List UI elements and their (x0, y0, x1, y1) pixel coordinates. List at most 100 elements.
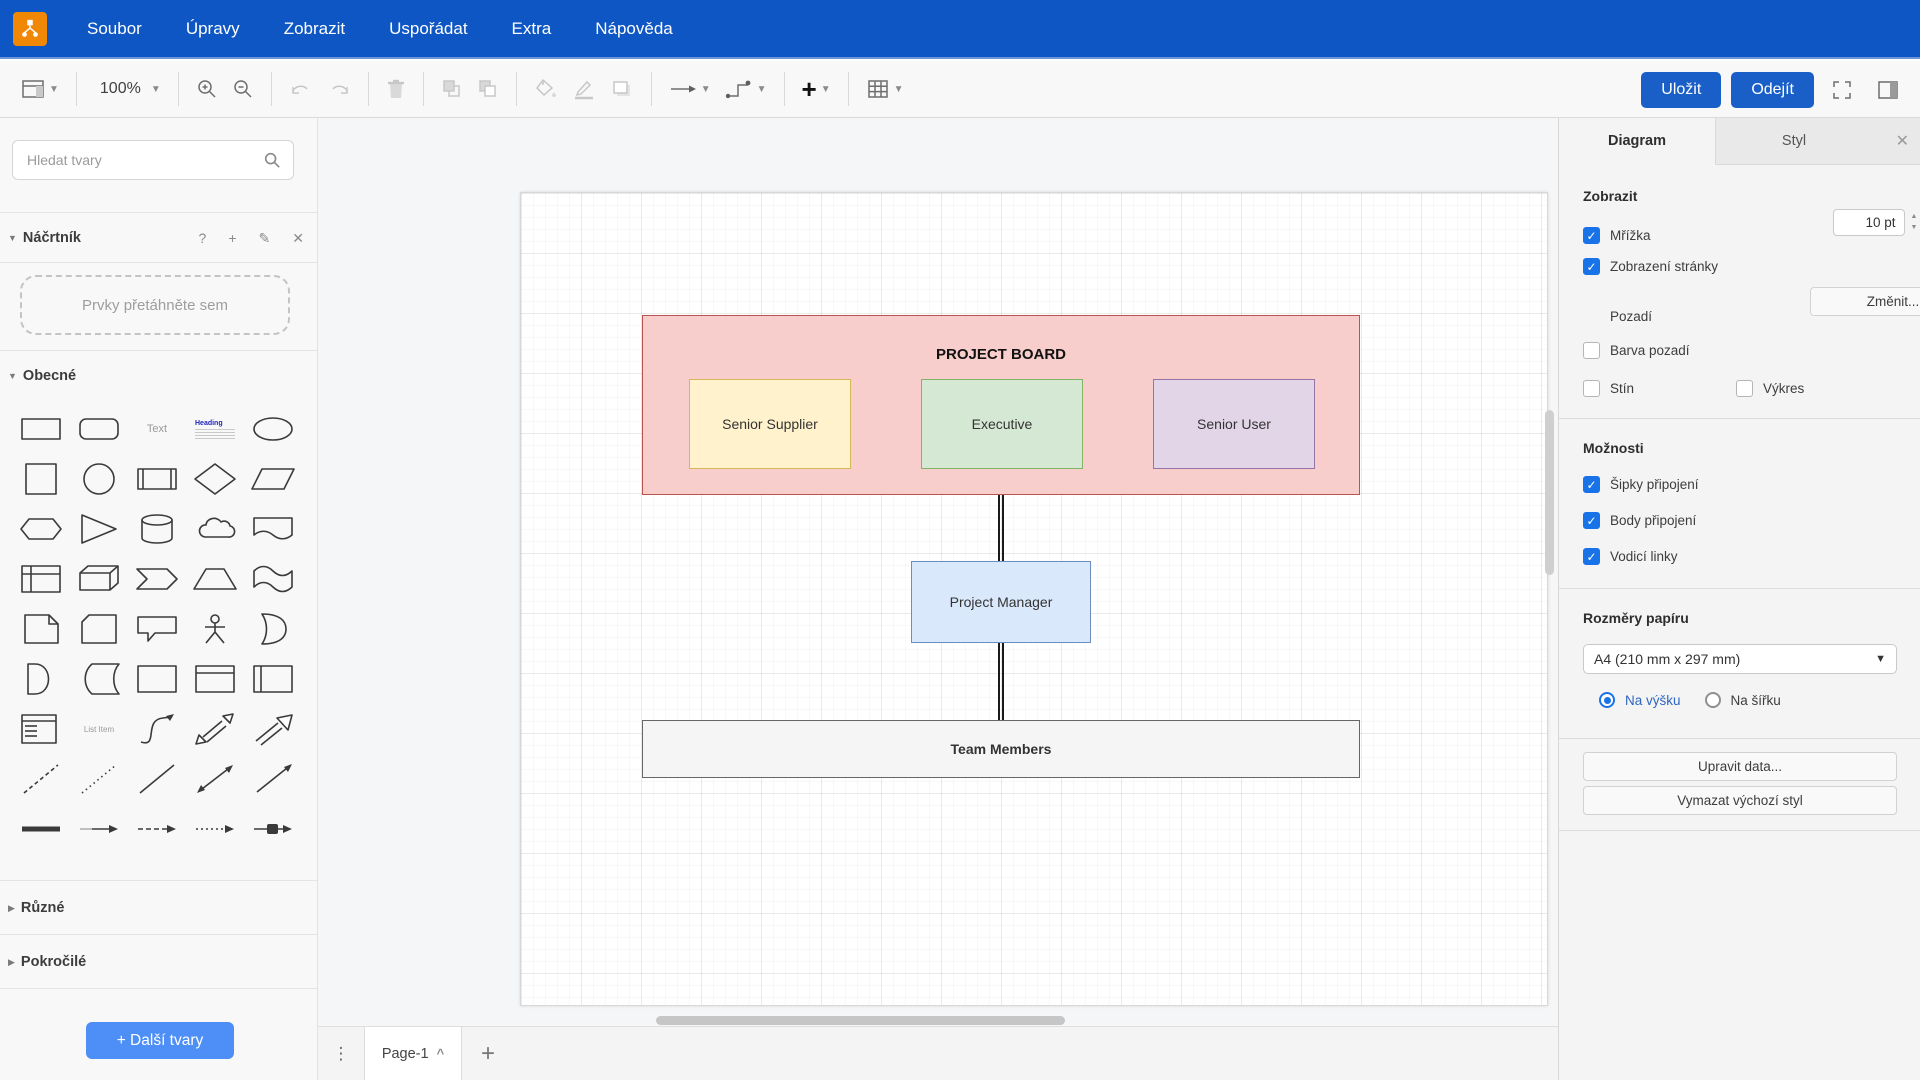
paper-size-select[interactable]: A4 (210 mm x 297 mm) ▼ (1583, 644, 1897, 674)
shape-rounded-rectangle[interactable] (70, 404, 128, 454)
background-color-checkbox[interactable] (1583, 342, 1600, 359)
shape-list[interactable] (12, 704, 70, 754)
menu-napoveda[interactable]: Nápověda (573, 9, 695, 49)
portrait-radio[interactable] (1599, 692, 1615, 708)
to-front-button[interactable] (434, 72, 470, 106)
shape-data-storage[interactable] (70, 654, 128, 704)
scratchpad-drop-area[interactable]: Prvky přetáhněte sem (20, 275, 290, 335)
shape-circle[interactable] (70, 454, 128, 504)
node-project-manager[interactable]: Project Manager (911, 561, 1091, 643)
grid-size-stepper[interactable]: ▲▼ (1911, 211, 1918, 233)
node-senior-user[interactable]: Senior User (1153, 379, 1315, 469)
line-color-button[interactable] (565, 72, 603, 106)
tab-styl[interactable]: Styl (1716, 118, 1872, 164)
general-section-header[interactable]: ▼ Obecné (0, 360, 318, 392)
shape-trapezoid[interactable] (186, 554, 244, 604)
exit-button[interactable]: Odejít (1731, 72, 1814, 108)
menu-upravy[interactable]: Úpravy (164, 9, 262, 49)
zoom-level-dropdown[interactable]: 100% ▼ (87, 74, 168, 104)
menu-usporadat[interactable]: Uspořádat (367, 9, 489, 49)
shape-list-item[interactable]: List Item (70, 704, 128, 754)
shape-arrow[interactable] (244, 704, 302, 754)
shape-step[interactable] (128, 554, 186, 604)
delete-button[interactable] (379, 72, 413, 106)
advanced-section-header[interactable]: ▶ Pokročilé (0, 944, 318, 980)
zoom-out-button[interactable] (225, 72, 261, 106)
shape-cylinder[interactable] (128, 504, 186, 554)
shape-note[interactable] (12, 604, 70, 654)
connection-style-button[interactable]: ▼ (662, 74, 718, 104)
shape-dotted-line[interactable] (70, 754, 128, 804)
node-team-members[interactable]: Team Members (642, 720, 1360, 778)
node-senior-supplier[interactable]: Senior Supplier (689, 379, 851, 469)
to-back-button[interactable] (470, 72, 506, 106)
waypoint-style-button[interactable]: ▼ (718, 72, 774, 106)
add-icon[interactable]: + (228, 230, 236, 247)
shadow-button[interactable] (603, 72, 641, 106)
change-background-button[interactable]: Změnit... (1810, 287, 1920, 316)
clear-default-style-button[interactable]: Vymazat výchozí styl (1583, 786, 1897, 815)
shape-callout[interactable] (128, 604, 186, 654)
format-panel-toggle-button[interactable] (1870, 74, 1906, 106)
node-executive[interactable]: Executive (921, 379, 1083, 469)
shape-dotted-edge[interactable] (186, 804, 244, 854)
shape-and[interactable] (12, 654, 70, 704)
menu-extra[interactable]: Extra (490, 9, 574, 49)
fullscreen-button[interactable] (1824, 73, 1860, 107)
vertical-scrollbar[interactable] (1545, 410, 1554, 575)
shape-vertical-container[interactable] (244, 654, 302, 704)
shape-container[interactable] (128, 654, 186, 704)
shape-diamond[interactable] (186, 454, 244, 504)
save-button[interactable]: Uložit (1641, 72, 1721, 108)
menu-zobrazit[interactable]: Zobrazit (262, 9, 367, 49)
menu-soubor[interactable]: Soubor (65, 9, 164, 49)
shape-tape[interactable] (244, 554, 302, 604)
more-shapes-button[interactable]: + Další tvary (86, 1022, 234, 1059)
shape-container-title[interactable] (186, 654, 244, 704)
shape-search[interactable] (12, 140, 294, 180)
close-icon[interactable]: ✕ (292, 230, 304, 247)
grid-size-input[interactable] (1833, 209, 1905, 236)
sketch-checkbox[interactable] (1736, 380, 1753, 397)
page-tab[interactable]: Page-1 ^ (364, 1027, 462, 1080)
insert-button[interactable]: + ▼ (795, 73, 838, 105)
shape-internal-storage[interactable] (12, 554, 70, 604)
node-project-board[interactable]: PROJECT BOARD Senior Supplier Executive … (642, 315, 1360, 495)
shape-curve[interactable] (128, 704, 186, 754)
shape-link[interactable] (12, 804, 70, 854)
shape-actor[interactable] (186, 604, 244, 654)
horizontal-scrollbar[interactable] (656, 1016, 1065, 1025)
shape-labeled-edge[interactable] (244, 804, 302, 854)
redo-button[interactable] (320, 73, 358, 105)
edit-icon[interactable]: ✎ (259, 230, 271, 247)
shape-document[interactable] (244, 504, 302, 554)
fill-color-button[interactable] (527, 72, 565, 106)
shape-bidirectional-arrow[interactable] (186, 704, 244, 754)
shape-cube[interactable] (70, 554, 128, 604)
shape-line[interactable] (128, 754, 186, 804)
tab-diagram[interactable]: Diagram (1559, 118, 1716, 165)
view-layout-button[interactable]: ▼ (14, 72, 66, 106)
shape-triangle[interactable] (70, 504, 128, 554)
connection-points-checkbox[interactable] (1583, 512, 1600, 529)
page-view-checkbox[interactable] (1583, 258, 1600, 275)
edit-data-button[interactable]: Upravit data... (1583, 752, 1897, 781)
shape-card[interactable] (70, 604, 128, 654)
shape-heading[interactable]: Heading (186, 404, 244, 454)
shape-hexagon[interactable] (12, 504, 70, 554)
search-input[interactable] (25, 151, 263, 169)
shape-process[interactable] (128, 454, 186, 504)
shape-or[interactable] (244, 604, 302, 654)
shape-simple-edge[interactable] (70, 804, 128, 854)
shape-rectangle[interactable] (12, 404, 70, 454)
drawing-canvas[interactable]: PROJECT BOARD Senior Supplier Executive … (318, 118, 1558, 1080)
pages-menu-button[interactable]: ⋮ (318, 1027, 364, 1080)
zoom-in-button[interactable] (189, 72, 225, 106)
shape-dashed-line[interactable] (12, 754, 70, 804)
shape-text[interactable]: Text (128, 404, 186, 454)
shape-ellipse[interactable] (244, 404, 302, 454)
shape-square[interactable] (12, 454, 70, 504)
shadow-checkbox[interactable] (1583, 380, 1600, 397)
guides-checkbox[interactable] (1583, 548, 1600, 565)
grid-checkbox[interactable] (1583, 227, 1600, 244)
